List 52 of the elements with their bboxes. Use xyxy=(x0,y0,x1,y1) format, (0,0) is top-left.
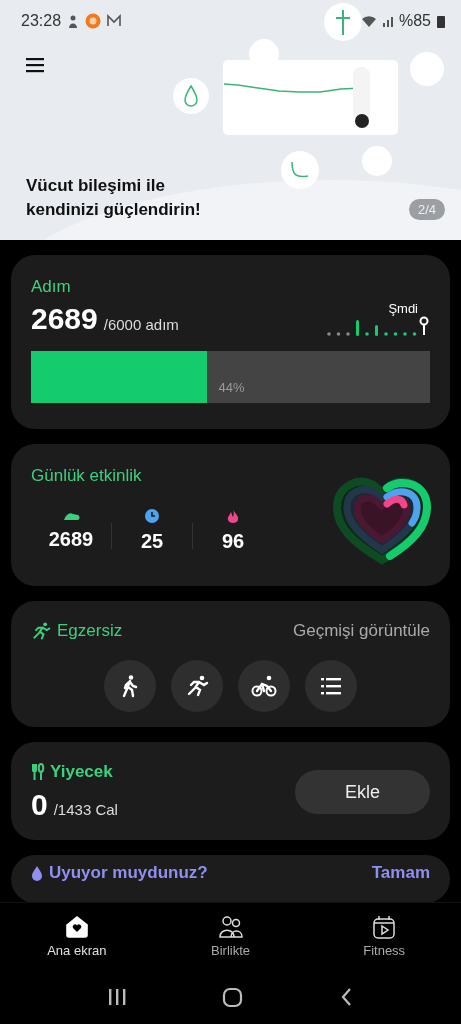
card-title: Adım xyxy=(31,277,72,297)
food-card[interactable]: Yiyecek 0 /1433 Cal Ekle xyxy=(11,742,450,840)
drop-icon xyxy=(31,865,43,881)
sleep-card[interactable]: Uyuyor muydunuz? Tamam xyxy=(11,855,450,903)
running-person-icon xyxy=(185,674,209,698)
banner-title: Vücut bileşimi ile kendinizi güçlendirin! xyxy=(26,175,202,221)
battery-percentage: %85 xyxy=(398,12,431,30)
walking-person-button[interactable] xyxy=(104,660,156,712)
calorie-count: 0 xyxy=(31,788,48,822)
battery-icon xyxy=(436,13,446,29)
calorie-goal: /1433 Cal xyxy=(53,801,118,820)
card-title: Yiyecek xyxy=(50,762,113,782)
mail-icon xyxy=(106,13,123,29)
cyclist-button[interactable] xyxy=(238,660,290,712)
step-count: 2689 xyxy=(31,302,98,336)
step-goal: /6000 adım xyxy=(103,316,179,335)
exercise-card[interactable]: Egzersiz Geçmişi görüntüle xyxy=(11,601,450,727)
steps-card[interactable]: Adım 2689 /6000 adım Şmdi 44% xyxy=(11,255,450,429)
view-history-link[interactable]: Geçmişi görüntüle xyxy=(293,621,430,641)
card-title: Günlük etkinlik xyxy=(31,466,143,486)
stat-value: 25 xyxy=(140,530,164,553)
clock-icon xyxy=(144,508,160,524)
stat-value: 2689 xyxy=(48,528,94,551)
people-icon xyxy=(218,915,243,940)
now-label: Şmdi xyxy=(387,301,418,316)
status-time: 23:28 xyxy=(21,12,62,30)
home-icon xyxy=(64,915,89,940)
recent-apps-icon[interactable] xyxy=(108,987,127,1008)
wifi-icon xyxy=(360,14,377,28)
signal-icon xyxy=(381,14,394,28)
daily-activity-card[interactable]: Günlük etkinlik 2689 25 96 xyxy=(11,444,450,586)
running-person-button[interactable] xyxy=(171,660,223,712)
flame-icon xyxy=(225,508,241,524)
card-title: Egzersiz xyxy=(57,621,123,641)
list-button[interactable] xyxy=(305,660,357,712)
water-drop-icon xyxy=(173,78,209,114)
calendar-play-icon xyxy=(372,915,397,940)
progress-percentage: 44% xyxy=(217,380,245,397)
add-button[interactable]: Ekle xyxy=(295,770,430,814)
nav-tab[interactable]: Ana ekran xyxy=(0,903,154,971)
back-icon[interactable] xyxy=(339,987,353,1008)
stat-value: 96 xyxy=(221,530,245,553)
menu-icon[interactable] xyxy=(26,56,44,73)
nav-tab[interactable]: Fitness xyxy=(307,903,461,971)
fork-spoon-icon xyxy=(31,763,45,781)
home-button-icon[interactable] xyxy=(222,986,244,1008)
nav-tab[interactable]: Birlikte xyxy=(153,903,308,971)
card-title: Uyuyor muydunuz? xyxy=(49,863,208,883)
done-link[interactable]: Tamam xyxy=(371,863,430,883)
cyclist-icon xyxy=(251,674,277,698)
app-notification-icon xyxy=(85,13,102,29)
running-person-icon xyxy=(31,621,51,641)
